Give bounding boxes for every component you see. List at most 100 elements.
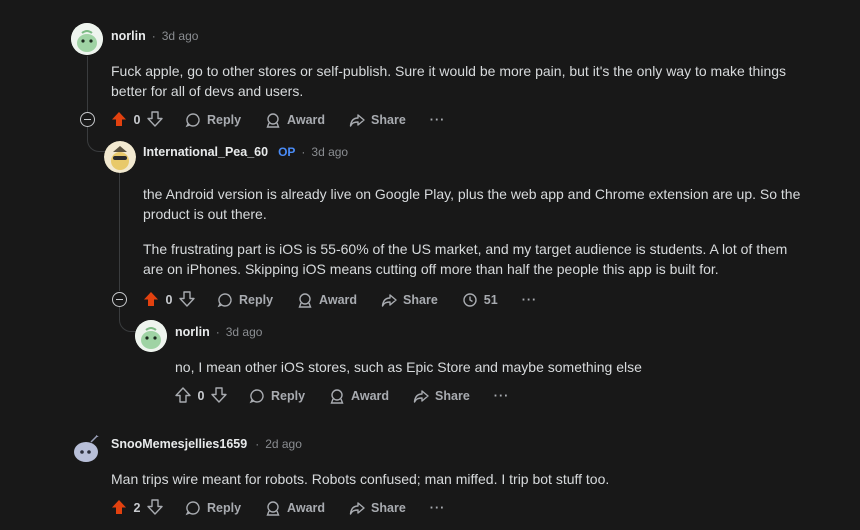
share-button[interactable]: Share <box>349 500 406 516</box>
op-badge: OP <box>278 145 296 159</box>
share-icon <box>381 292 397 308</box>
vote-count: 0 <box>197 389 205 403</box>
comment-bubble-icon <box>217 292 233 308</box>
view-count: 51 <box>462 292 498 308</box>
comment-actions: 0 Reply Award Share ··· <box>111 110 469 130</box>
views-label: 51 <box>483 293 498 307</box>
reply-button[interactable]: Reply <box>185 500 241 516</box>
more-options-button[interactable]: ··· <box>522 293 538 307</box>
share-button[interactable]: Share <box>349 112 406 128</box>
vote-controls: 2 <box>111 498 163 518</box>
separator-dot: · <box>215 325 220 339</box>
comment-body: Fuck apple, go to other stores or self-p… <box>111 61 791 101</box>
more-options-button[interactable]: ··· <box>430 113 446 127</box>
award-icon <box>329 388 345 404</box>
timestamp[interactable]: 2d ago <box>265 437 302 451</box>
downvote-icon[interactable] <box>179 290 195 310</box>
avatar[interactable] <box>71 23 103 55</box>
reply-label: Reply <box>207 501 242 515</box>
more-icon: ··· <box>429 113 446 127</box>
reply-label: Reply <box>271 389 306 403</box>
thread-line-2 <box>119 173 120 291</box>
award-label: Award <box>319 293 358 307</box>
award-icon <box>265 112 281 128</box>
share-label: Share <box>403 293 438 307</box>
downvote-icon[interactable] <box>147 110 163 130</box>
share-icon <box>349 500 365 516</box>
username[interactable]: SnooMemesjellies1659 <box>111 437 247 451</box>
upvote-icon[interactable] <box>143 291 159 310</box>
username[interactable]: norlin <box>111 29 146 43</box>
reply-label: Reply <box>239 293 274 307</box>
share-label: Share <box>371 113 406 127</box>
vote-controls: 0 <box>143 290 195 310</box>
share-button[interactable]: Share <box>381 292 438 308</box>
vote-count: 0 <box>165 293 173 307</box>
reply-button[interactable]: Reply <box>185 112 241 128</box>
more-icon: ··· <box>493 389 510 403</box>
comment-paragraph: the Android version is already live on G… <box>143 186 801 222</box>
award-icon <box>297 292 313 308</box>
username[interactable]: International_Pea_60 <box>143 145 268 159</box>
award-label: Award <box>351 389 390 403</box>
avatar[interactable] <box>135 320 167 352</box>
comment-body: the Android version is already live on G… <box>143 184 808 279</box>
comment-body: no, I mean other iOS stores, such as Epi… <box>175 357 815 377</box>
share-button[interactable]: Share <box>413 388 470 404</box>
downvote-icon[interactable] <box>147 498 163 518</box>
award-icon <box>265 500 281 516</box>
comment-paragraph: no, I mean other iOS stores, such as Epi… <box>175 359 642 375</box>
upvote-icon[interactable] <box>111 111 127 130</box>
share-icon <box>349 112 365 128</box>
clock-icon <box>462 292 478 308</box>
comment-header: norlin · 3d ago <box>111 29 198 43</box>
comment-paragraph: Fuck apple, go to other stores or self-p… <box>111 63 787 99</box>
award-button[interactable]: Award <box>265 112 325 128</box>
thread-line-1-branch <box>87 127 106 152</box>
comment-paragraph: The frustrating part is iOS is 55-60% of… <box>143 241 788 277</box>
vote-count: 0 <box>133 113 141 127</box>
username[interactable]: norlin <box>175 325 210 339</box>
avatar[interactable] <box>71 432 103 464</box>
comment-actions: 0 Reply Award Share ··· <box>175 386 533 406</box>
upvote-icon[interactable] <box>111 499 127 518</box>
comment-actions: 2 Reply Award Share ··· <box>111 498 469 518</box>
timestamp[interactable]: 3d ago <box>162 29 199 43</box>
award-label: Award <box>287 113 326 127</box>
collapse-thread-button[interactable] <box>80 112 95 127</box>
thread-line-2-branch <box>119 307 137 332</box>
more-options-button[interactable]: ··· <box>430 501 446 515</box>
separator-dot: · <box>255 437 260 451</box>
more-icon: ··· <box>521 293 538 307</box>
comment-body: Man trips wire meant for robots. Robots … <box>111 469 811 489</box>
award-label: Award <box>287 501 326 515</box>
vote-controls: 0 <box>111 110 163 130</box>
thread-line-1 <box>87 56 88 112</box>
share-label: Share <box>435 389 470 403</box>
vote-count: 2 <box>133 501 141 515</box>
separator-dot: · <box>301 145 306 159</box>
comment-header: SnooMemesjellies1659 · 2d ago <box>111 437 302 451</box>
separator-dot: · <box>151 29 156 43</box>
reply-button[interactable]: Reply <box>217 292 273 308</box>
comment-paragraph: Man trips wire meant for robots. Robots … <box>111 471 610 487</box>
vote-controls: 0 <box>175 386 227 406</box>
comment-bubble-icon <box>185 500 201 516</box>
avatar[interactable] <box>104 141 136 173</box>
timestamp[interactable]: 3d ago <box>226 325 263 339</box>
award-button[interactable]: Award <box>297 292 357 308</box>
more-icon: ··· <box>429 501 446 515</box>
collapse-thread-button[interactable] <box>112 292 127 307</box>
award-button[interactable]: Award <box>329 388 389 404</box>
upvote-icon[interactable] <box>175 386 191 406</box>
comment-bubble-icon <box>185 112 201 128</box>
comment-actions: 0 Reply Award Share 51 ··· <box>143 290 561 310</box>
award-button[interactable]: Award <box>265 500 325 516</box>
comment-header: norlin · 3d ago <box>175 325 262 339</box>
share-icon <box>413 388 429 404</box>
downvote-icon[interactable] <box>211 386 227 406</box>
timestamp[interactable]: 3d ago <box>311 145 348 159</box>
reply-button[interactable]: Reply <box>249 388 305 404</box>
comment-bubble-icon <box>249 388 265 404</box>
more-options-button[interactable]: ··· <box>494 389 510 403</box>
